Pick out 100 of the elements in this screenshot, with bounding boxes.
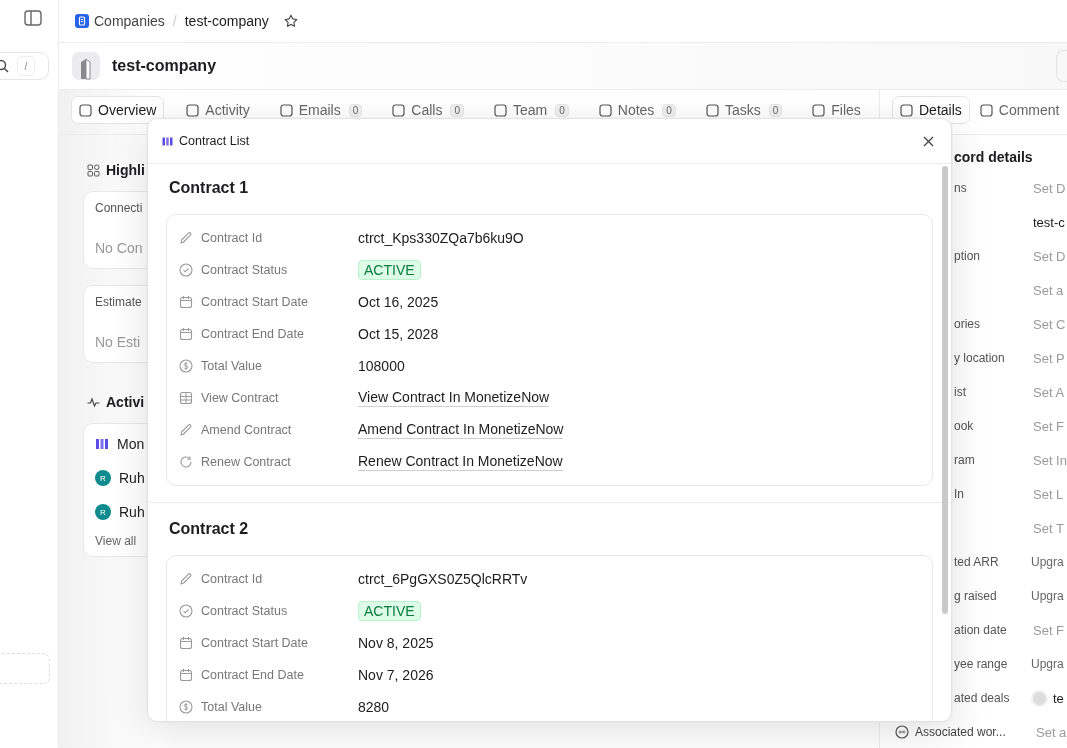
app-logo-icon <box>95 437 109 451</box>
field-label: ram <box>954 453 975 467</box>
tab[interactable]: Activity <box>178 96 258 124</box>
field-label: ns <box>954 181 967 195</box>
avatar: R <box>95 470 111 486</box>
workspace-icon <box>895 725 909 739</box>
field-label: ption <box>954 249 981 263</box>
field-label: ist <box>954 385 966 399</box>
field-value: ctrct_6PgGXS0Z5QlcRRTv <box>358 571 528 587</box>
sidebar-toggle-icon[interactable] <box>24 10 42 26</box>
app-logo-icon <box>162 135 173 147</box>
pencil-icon <box>179 231 193 245</box>
tab[interactable]: Comment <box>971 96 1067 124</box>
activity-entry[interactable]: Ruh <box>119 504 145 520</box>
breadcrumb-link[interactable]: Companies <box>94 13 165 29</box>
field-value[interactable]: Upgra <box>1031 657 1064 671</box>
field-label: Contract Status <box>201 263 288 277</box>
panel-title: cord details <box>953 148 1034 167</box>
tab[interactable]: Overview <box>71 96 165 124</box>
calendar-icon <box>179 668 193 682</box>
field-value: Oct 15, 2028 <box>358 326 439 342</box>
table-icon <box>179 391 193 405</box>
contract-link[interactable]: Renew Contract In MonetizeNow <box>358 453 563 471</box>
activity-entry[interactable]: Ruh <box>119 470 145 486</box>
field-label: In <box>954 487 964 501</box>
star-icon[interactable] <box>283 14 298 28</box>
calendar-icon <box>179 636 193 650</box>
dashed-slot <box>0 653 50 684</box>
status-badge: ACTIVE <box>358 260 421 280</box>
field-label: ated deals <box>954 691 1010 705</box>
card-label: Connecti <box>95 201 143 215</box>
field-value: ctrct_Kps330ZQa7b6ku9O <box>358 230 524 246</box>
dollar-icon <box>179 700 193 714</box>
shortcut-key: / <box>17 56 35 76</box>
square-icon <box>812 103 826 117</box>
field-label: Contract End Date <box>201 668 304 682</box>
field-label: y location <box>954 351 1005 365</box>
company-logo-icon <box>72 52 100 80</box>
section-title: Highli <box>106 162 145 178</box>
field-label: Associated wor... <box>915 725 1007 739</box>
calendar-icon <box>179 295 193 309</box>
field-value: Nov 8, 2025 <box>358 635 434 651</box>
contract-link[interactable]: View Contract In MonetizeNow <box>358 389 550 407</box>
companies-icon <box>75 14 89 28</box>
record-title: test-company <box>112 57 217 75</box>
field-label: ted ARR <box>954 555 999 569</box>
square-icon <box>598 103 612 117</box>
field-label: Contract Start Date <box>201 295 308 309</box>
field-label: Contract Id <box>201 231 263 245</box>
section-title: Activi <box>106 394 145 410</box>
tab[interactable]: Files <box>804 96 869 124</box>
check-circle-icon <box>179 263 193 277</box>
field-value: Oct 16, 2025 <box>358 294 439 310</box>
field-label: Contract Status <box>201 604 288 618</box>
square-icon <box>186 103 200 117</box>
square-icon <box>392 103 406 117</box>
card-label: Estimate <box>95 295 142 309</box>
breadcrumb-current: test-company <box>184 13 269 29</box>
avatar: R <box>95 504 111 520</box>
field-label: Amend Contract <box>201 423 292 437</box>
close-icon[interactable] <box>923 135 934 147</box>
check-circle-icon <box>179 604 193 618</box>
field-value[interactable]: Upgra <box>1031 555 1064 569</box>
square-icon <box>279 103 293 117</box>
pencil-icon <box>179 423 193 437</box>
card-value: No Con <box>95 240 143 256</box>
contract-link[interactable]: Amend Contract In MonetizeNow <box>358 421 564 439</box>
refresh-icon <box>179 455 193 469</box>
contract-title: Contract 1 <box>168 178 250 198</box>
field-label: Contract End Date <box>201 327 304 341</box>
field-value: Nov 7, 2026 <box>358 667 434 683</box>
field-label: Total Value <box>201 700 262 714</box>
field-value: 8280 <box>358 699 390 715</box>
activity-entry[interactable]: Mon <box>117 436 145 452</box>
square-icon <box>493 103 507 117</box>
pencil-icon <box>179 572 193 586</box>
square-icon <box>705 103 719 117</box>
dialog-title: Contract List <box>179 134 250 148</box>
field-value[interactable]: Upgra <box>1031 589 1064 603</box>
field-label: ook <box>954 419 974 433</box>
status-badge: ACTIVE <box>358 601 421 621</box>
field-label: Contract Start Date <box>201 636 308 650</box>
field-label: Contract Id <box>201 572 263 586</box>
field-label: View Contract <box>201 391 279 405</box>
search-field[interactable]: / <box>0 52 49 80</box>
field-value[interactable]: test-c <box>1033 214 1065 230</box>
contract-title: Contract 2 <box>168 519 250 539</box>
deal-chip-icon <box>1031 689 1048 707</box>
field-value[interactable]: te <box>1053 690 1064 706</box>
dollar-icon <box>179 359 193 373</box>
card-value: No Esti <box>95 334 141 350</box>
calendar-icon <box>179 327 193 341</box>
grid-icon <box>87 163 100 177</box>
scrollbar-thumb[interactable] <box>942 166 948 614</box>
field-label: ation date <box>954 623 1007 637</box>
breadcrumb-separator: / <box>172 13 177 29</box>
field-label: yee range <box>954 657 1008 671</box>
field-label: Total Value <box>201 359 262 373</box>
square-icon <box>979 103 993 117</box>
field-label: Renew Contract <box>201 455 291 469</box>
